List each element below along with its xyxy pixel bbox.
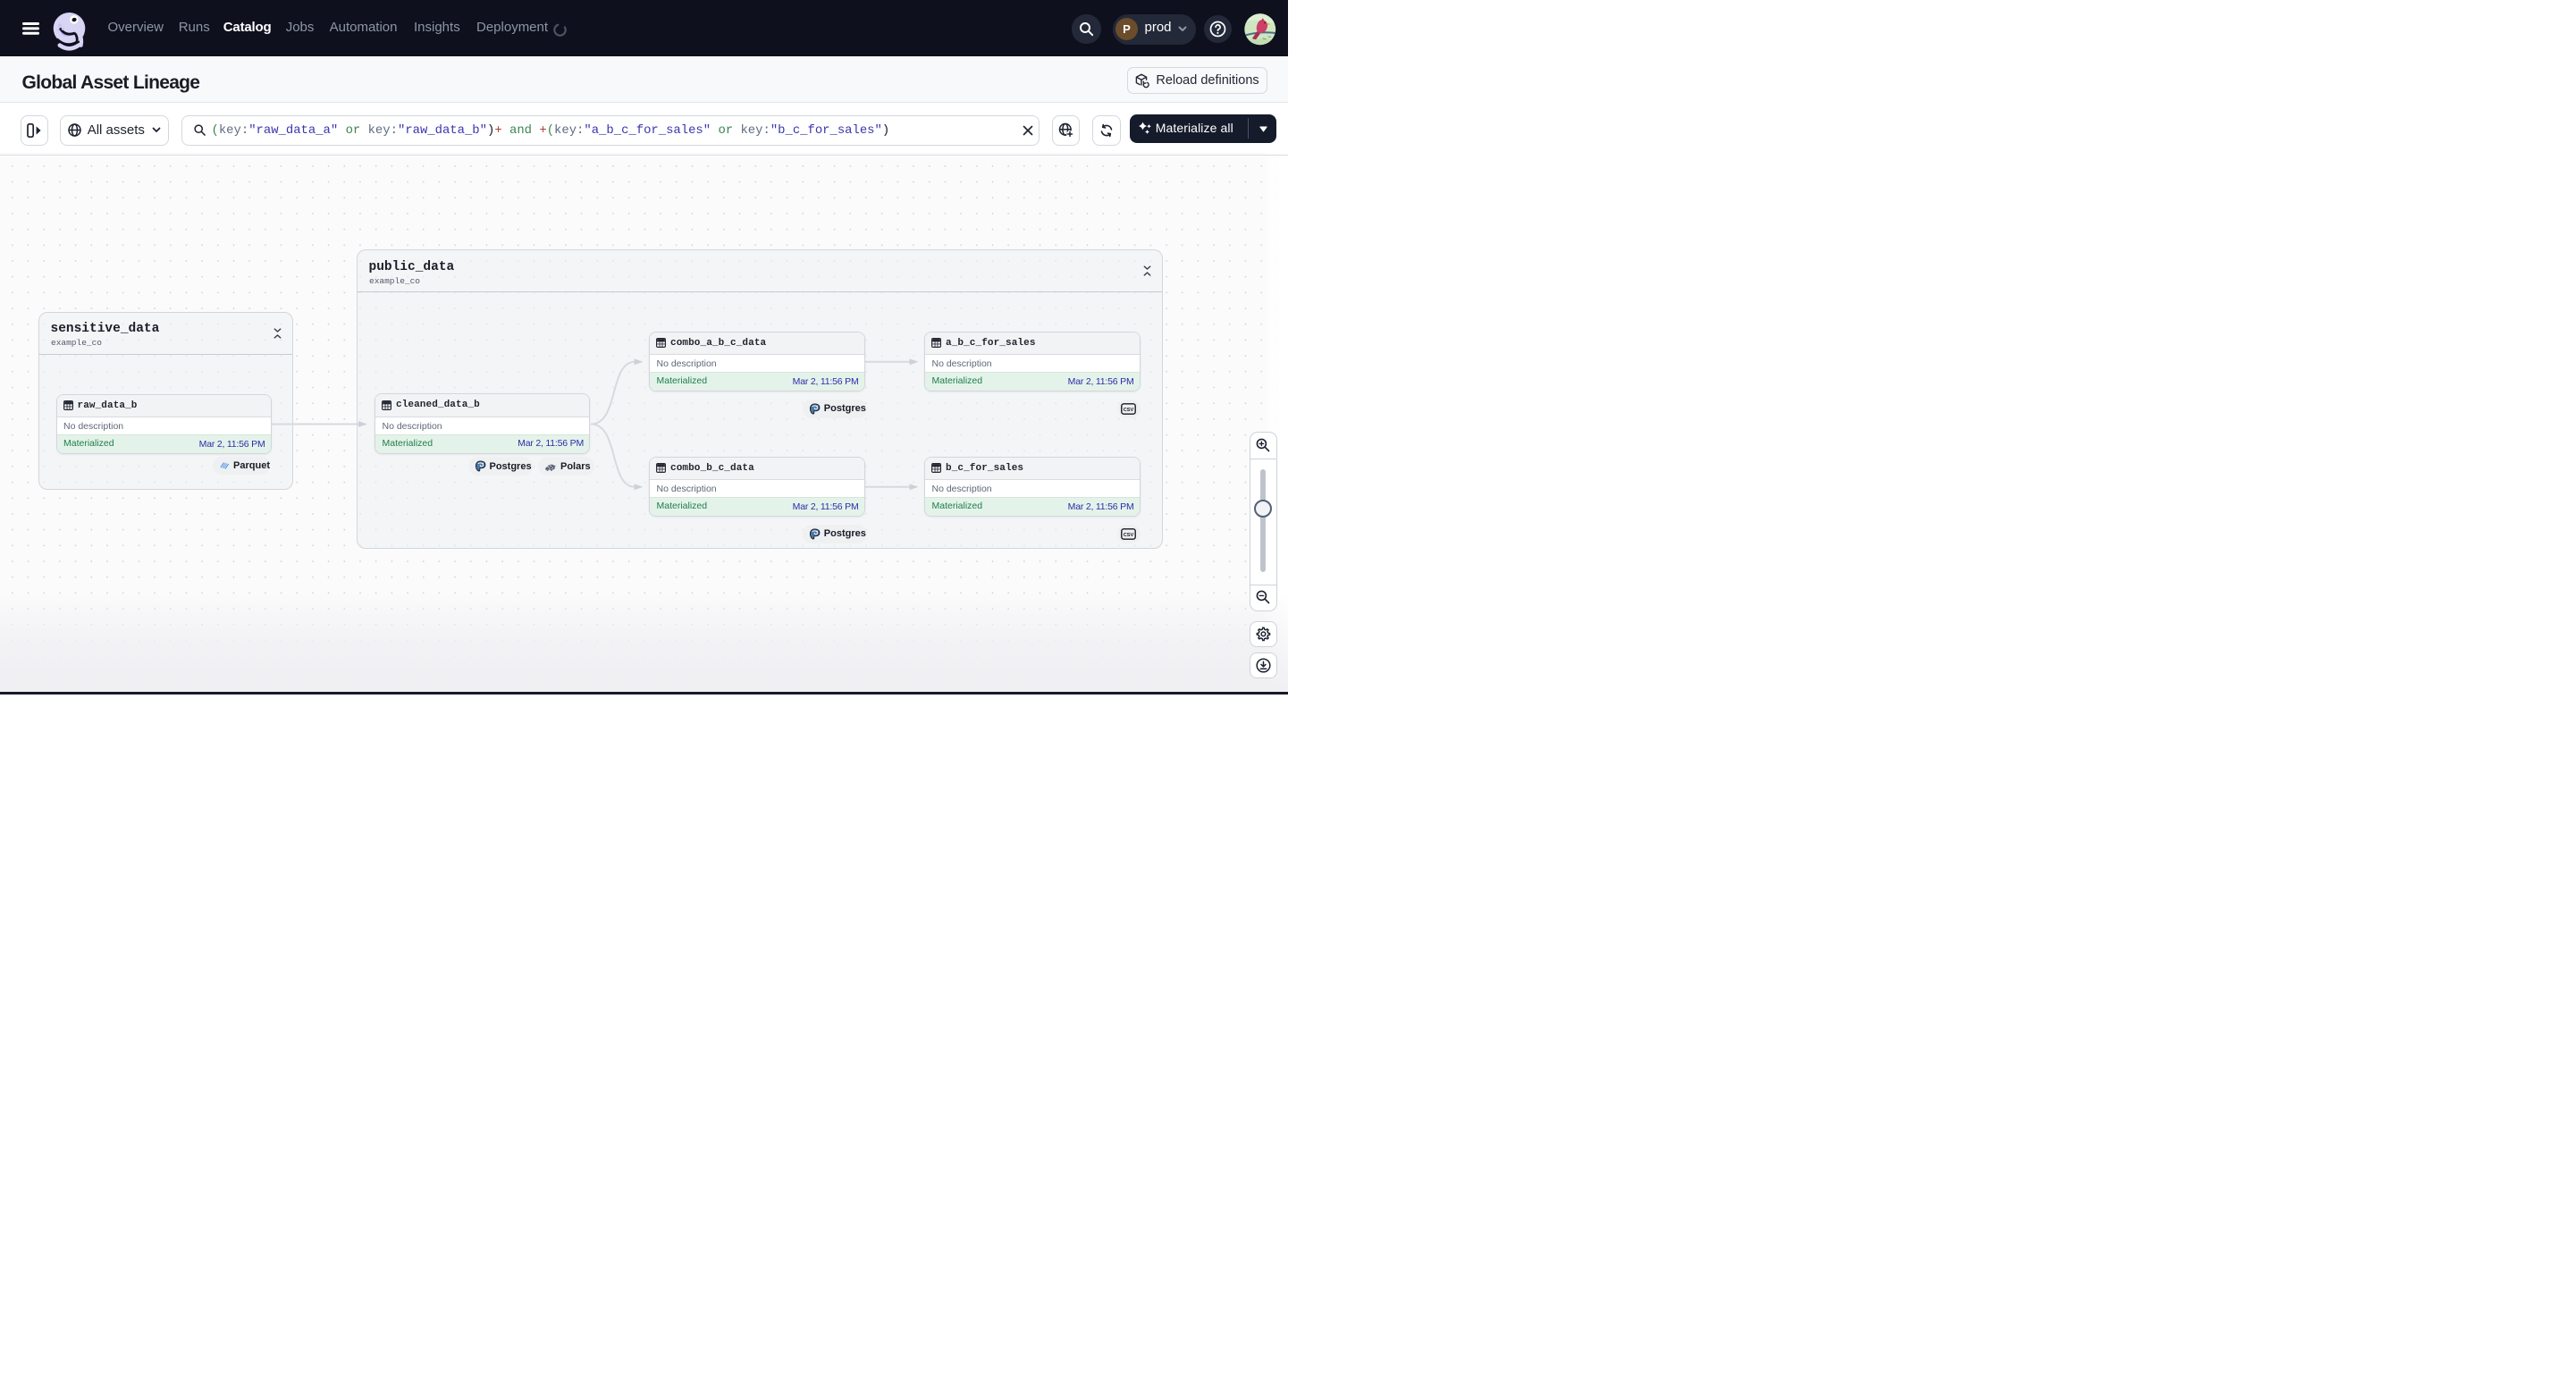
svg-text:CSV: CSV	[1124, 533, 1134, 538]
svg-text:CSV: CSV	[1124, 408, 1134, 413]
